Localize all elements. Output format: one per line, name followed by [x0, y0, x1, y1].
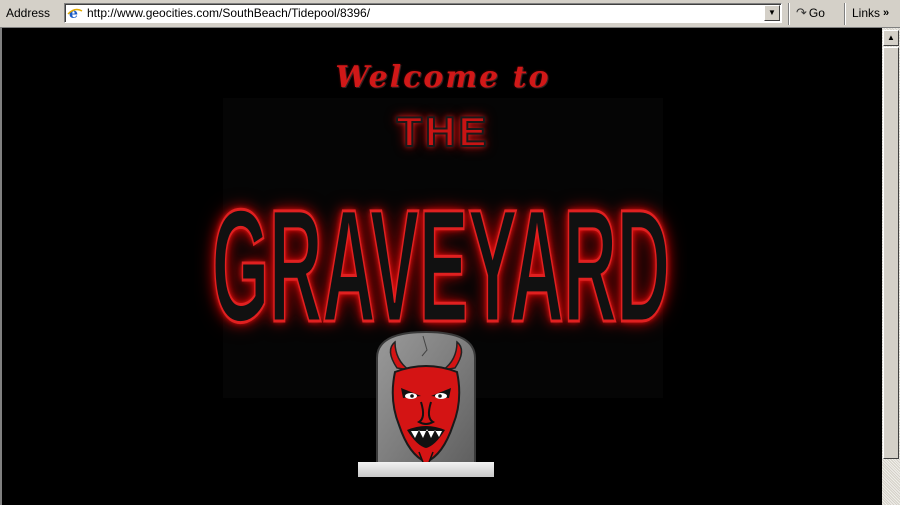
links-label: Links [852, 6, 881, 20]
chevron-right-double-icon: » [883, 7, 890, 19]
address-url: http://www.geocities.com/SouthBeach/Tide… [87, 6, 371, 20]
the-heading: THE [396, 107, 490, 156]
address-label: Address [6, 6, 51, 20]
welcome-heading: Welcome to [335, 60, 551, 95]
scroll-up-arrow-icon[interactable]: ▲ [883, 30, 899, 46]
devil-face-tombstone [376, 330, 476, 477]
tombstone-pedestal [358, 462, 494, 477]
chevron-down-icon[interactable]: ▼ [764, 5, 780, 21]
go-button-label: Go [808, 6, 825, 20]
page-viewport: Welcome to THE GRAVEYARD [0, 28, 882, 505]
links-button[interactable]: Links » [852, 4, 889, 22]
go-arrow-icon: ↷ [796, 5, 807, 20]
internet-explorer-icon: e [67, 5, 83, 21]
graveyard-title-text: GRAVEYARD [211, 176, 671, 355]
svg-text:e: e [69, 6, 78, 21]
toolbar-separator [844, 3, 846, 25]
go-button[interactable]: ↷ Go [796, 4, 825, 22]
toolbar-separator [788, 3, 790, 25]
scrollbar-thumb[interactable] [883, 47, 899, 459]
address-input[interactable]: e http://www.geocities.com/SouthBeach/Ti… [64, 3, 782, 23]
address-bar: Address e http://www.geocities.com/South… [0, 0, 900, 28]
vertical-scrollbar[interactable]: ▲ [882, 28, 900, 505]
